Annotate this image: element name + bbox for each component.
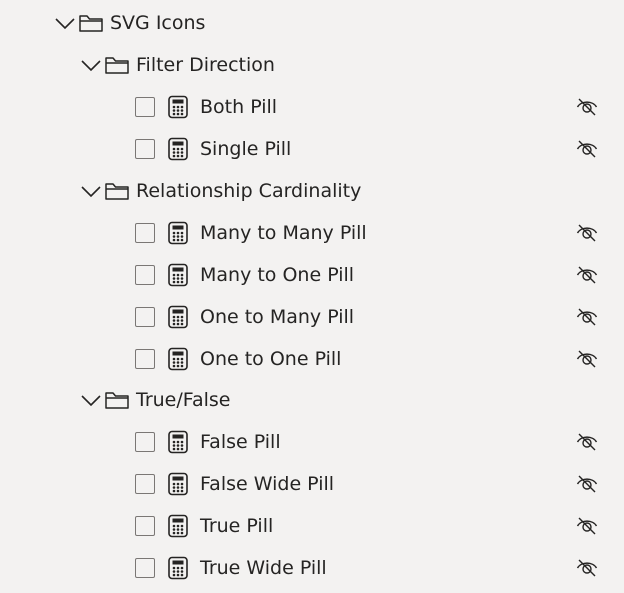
field-label: False Pill xyxy=(200,431,281,453)
chevron-down-icon[interactable] xyxy=(54,12,76,34)
calculator-icon xyxy=(167,556,189,580)
folder-icon xyxy=(78,12,104,34)
folder-icon xyxy=(104,180,130,202)
field-row[interactable]: One to Many Pill xyxy=(0,296,624,338)
field-row[interactable]: False Wide Pill xyxy=(0,463,624,505)
field-label: One to Many Pill xyxy=(200,306,355,328)
field-checkbox[interactable] xyxy=(135,97,155,117)
field-label: Many to Many Pill xyxy=(200,222,367,244)
folder-icon xyxy=(104,389,130,411)
calculator-icon xyxy=(167,305,189,329)
field-checkbox[interactable] xyxy=(135,432,155,452)
chevron-down-icon[interactable] xyxy=(80,54,102,76)
eye-hidden-icon[interactable] xyxy=(576,96,598,118)
chevron-down-icon[interactable] xyxy=(80,180,102,202)
field-checkbox[interactable] xyxy=(135,516,155,536)
folder-label: Filter Direction xyxy=(136,54,275,76)
eye-hidden-icon[interactable] xyxy=(576,138,598,160)
eye-hidden-icon[interactable] xyxy=(576,306,598,328)
fields-tree: SVG Icons Filter Direction Both Pill Sin… xyxy=(0,0,624,593)
folder-row-relationship-cardinality[interactable]: Relationship Cardinality xyxy=(0,170,624,212)
eye-hidden-icon[interactable] xyxy=(576,557,598,579)
eye-hidden-icon[interactable] xyxy=(576,431,598,453)
field-label: Single Pill xyxy=(200,138,292,160)
eye-hidden-icon[interactable] xyxy=(576,473,598,495)
field-label: Many to One Pill xyxy=(200,264,355,286)
field-row[interactable]: Many to One Pill xyxy=(0,254,624,296)
eye-hidden-icon[interactable] xyxy=(576,264,598,286)
field-label: Both Pill xyxy=(200,96,278,118)
field-row[interactable]: One to One Pill xyxy=(0,338,624,380)
field-row[interactable]: True Pill xyxy=(0,505,624,547)
eye-hidden-icon[interactable] xyxy=(576,348,598,370)
field-checkbox[interactable] xyxy=(135,223,155,243)
folder-label: True/False xyxy=(136,389,231,411)
field-label: One to One Pill xyxy=(200,348,342,370)
field-row[interactable]: True Wide Pill xyxy=(0,547,624,589)
field-row[interactable]: Many to Many Pill xyxy=(0,212,624,254)
eye-hidden-icon[interactable] xyxy=(576,222,598,244)
field-row[interactable]: Both Pill xyxy=(0,86,624,128)
field-checkbox[interactable] xyxy=(135,139,155,159)
folder-icon xyxy=(104,54,130,76)
eye-hidden-icon[interactable] xyxy=(576,515,598,537)
folder-row-true-false[interactable]: True/False xyxy=(0,379,624,421)
folder-row-filter-direction[interactable]: Filter Direction xyxy=(0,44,624,86)
field-checkbox[interactable] xyxy=(135,558,155,578)
field-checkbox[interactable] xyxy=(135,265,155,285)
field-checkbox[interactable] xyxy=(135,349,155,369)
folder-label: Relationship Cardinality xyxy=(136,180,362,202)
field-checkbox[interactable] xyxy=(135,474,155,494)
field-checkbox[interactable] xyxy=(135,307,155,327)
field-label: False Wide Pill xyxy=(200,473,335,495)
calculator-icon xyxy=(167,430,189,454)
field-label: True Pill xyxy=(200,515,274,537)
chevron-down-icon[interactable] xyxy=(80,389,102,411)
calculator-icon xyxy=(167,347,189,371)
field-row[interactable]: Single Pill xyxy=(0,128,624,170)
field-label: True Wide Pill xyxy=(200,557,327,579)
folder-row-svg-icons[interactable]: SVG Icons xyxy=(0,2,624,44)
calculator-icon xyxy=(167,514,189,538)
field-row[interactable]: False Pill xyxy=(0,421,624,463)
calculator-icon xyxy=(167,472,189,496)
calculator-icon xyxy=(167,221,189,245)
calculator-icon xyxy=(167,95,189,119)
calculator-icon xyxy=(167,263,189,287)
folder-label: SVG Icons xyxy=(110,12,206,34)
calculator-icon xyxy=(167,137,189,161)
